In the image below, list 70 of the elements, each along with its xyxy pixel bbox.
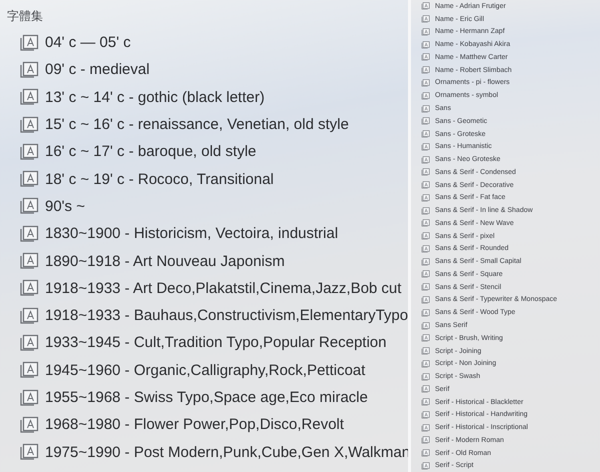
stacked-frames-icon [19, 224, 39, 243]
stacked-frames-icon [19, 170, 39, 188]
stacked-frames-icon [421, 308, 430, 317]
stacked-frames-icon [421, 2, 430, 10]
stacked-frames-icon [421, 206, 430, 215]
stacked-frames-icon [421, 40, 430, 49]
stacked-frames-icon [421, 424, 430, 432]
stacked-frames-icon [421, 92, 430, 100]
stacked-frames-icon [421, 283, 430, 292]
collection-item[interactable]: 1933~1945 - Cult,Tradition Typo,Popular Reception [45, 334, 386, 352]
stacked-frames-icon [19, 361, 39, 380]
stacked-frames-icon [421, 360, 430, 368]
stacked-frames-icon [19, 142, 39, 161]
collection-title: 字體集 [6, 8, 43, 25]
collection-item[interactable]: 1968~1980 - Flower Power,Pop,Disco,Revolt [45, 416, 344, 434]
stacked-frames-icon [421, 104, 430, 112]
stacked-frames-icon [421, 410, 430, 419]
stacked-frames-icon [421, 66, 430, 74]
stacked-frames-icon [421, 28, 430, 36]
stacked-frames-icon [421, 436, 430, 444]
collection-item[interactable]: 15' c ~ 16' c - renaissance, Venetian, old style [45, 116, 349, 134]
stacked-frames-icon [421, 181, 430, 190]
stacked-frames-icon [421, 270, 430, 278]
collection-item[interactable]: 90's ~ [45, 198, 85, 215]
stacked-frames-icon [421, 15, 430, 24]
stacked-frames-icon [19, 388, 39, 406]
collection-item[interactable]: 1918~1933 - Bauhaus,Constructivism,ElementaryTypo [45, 307, 408, 324]
collection-item[interactable]: 1830~1900 - Historicism, Vectoira, industrial [45, 225, 338, 242]
stacked-frames-icon [421, 117, 430, 126]
stacked-frames-icon [19, 443, 39, 462]
collection-item[interactable]: 16' c ~ 17' c - baroque, old style [45, 143, 256, 160]
stacked-frames-icon [421, 168, 430, 176]
stacked-frames-icon [19, 116, 39, 134]
stacked-frames-icon [421, 219, 430, 228]
stacked-frames-icon [421, 142, 430, 151]
stacked-frames-icon [421, 194, 430, 202]
stacked-frames-icon [421, 244, 430, 253]
stacked-frames-icon [421, 156, 430, 164]
collection-item[interactable]: 1890~1918 - Art Nouveau Japonism [45, 252, 285, 270]
stacked-frames-icon [19, 279, 39, 298]
collection-item[interactable]: 18' c ~ 19' c - Rococo, Transitional [45, 170, 274, 188]
stacked-frames-icon [19, 197, 39, 216]
stacked-frames-icon [421, 449, 430, 458]
stacked-frames-icon [19, 306, 39, 325]
stacked-frames-icon [19, 252, 39, 270]
stacked-frames-icon [19, 416, 39, 434]
stacked-frames-icon [421, 372, 430, 381]
collection-item[interactable]: 09' c - medieval [45, 61, 150, 78]
collection-item[interactable]: 1918~1933 - Art Deco,Plakatstil,Cinema,Jazz,Bob cut [45, 280, 402, 297]
collection-item[interactable]: 1975~1990 - Post Modern,Punk,Cube,Gen X,Walkman [45, 444, 410, 461]
stacked-frames-icon [421, 334, 430, 342]
stacked-frames-icon [19, 34, 39, 52]
collection-item[interactable]: 1955~1968 - Swiss Typo,Space age,Eco miracle [45, 389, 368, 406]
collection-item[interactable]: 13' c ~ 14' c - gothic (black letter) [45, 88, 265, 106]
stacked-frames-icon [421, 78, 430, 87]
stacked-frames-icon [421, 385, 430, 394]
stacked-frames-icon [421, 232, 430, 240]
stacked-frames-icon [19, 60, 39, 79]
stacked-frames-icon [421, 462, 430, 470]
stacked-frames-icon [421, 130, 430, 138]
stacked-frames-icon [421, 296, 430, 304]
collection-item[interactable]: 04' c — 05' c [45, 34, 131, 52]
collection-item[interactable]: 1945~1960 - Organic,Calligraphy,Rock,Petticoat [45, 362, 366, 379]
stacked-frames-icon [421, 53, 430, 62]
stacked-frames-icon [19, 88, 39, 106]
stacked-frames-icon [421, 347, 430, 356]
stacked-frames-icon [421, 258, 430, 266]
stacked-frames-icon [421, 322, 430, 330]
stacked-frames-icon [421, 398, 430, 406]
stacked-frames-icon [19, 334, 39, 352]
